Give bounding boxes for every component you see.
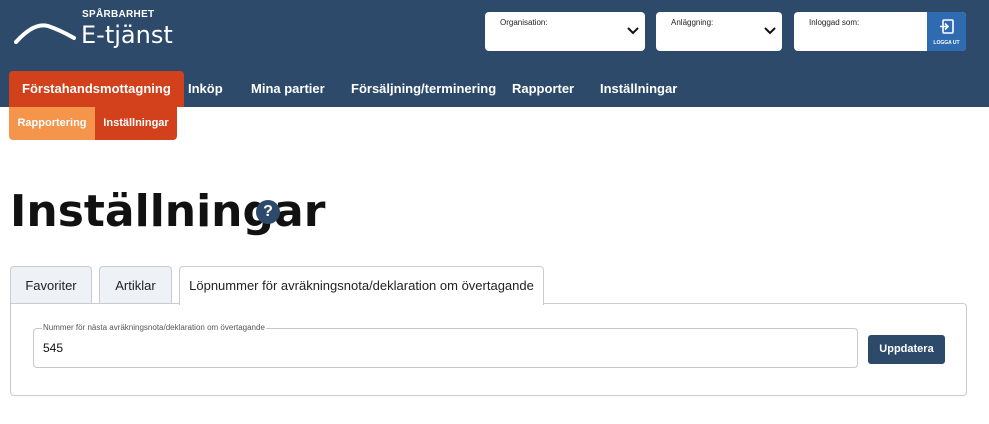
tab-lopnummer[interactable]: Löpnummer för avräkningsnota/deklaration… bbox=[179, 266, 544, 305]
brand-logo[interactable]: SPÅRBARHET E-tjänst bbox=[14, 6, 184, 56]
subnav-rapportering[interactable]: Rapportering bbox=[9, 107, 95, 140]
tab-artiklar[interactable]: Artiklar bbox=[99, 266, 172, 304]
chevron-down-icon bbox=[764, 27, 776, 35]
nav-installningar[interactable]: Inställningar bbox=[600, 71, 677, 107]
logout-label: LOGGA UT bbox=[933, 40, 960, 46]
anlaggning-select[interactable]: Anläggning: bbox=[656, 12, 782, 51]
nav-rapporter[interactable]: Rapporter bbox=[512, 71, 574, 107]
chevron-down-icon bbox=[627, 27, 639, 35]
logout-button[interactable]: LOGGA UT bbox=[927, 12, 966, 51]
next-number-value: 545 bbox=[43, 341, 64, 355]
nav-mina-partier[interactable]: Mina partier bbox=[251, 71, 325, 107]
nav-forsaljning[interactable]: Försäljning/terminering bbox=[351, 71, 496, 107]
next-number-field[interactable]: Nummer för nästa avräkningsnota/deklarat… bbox=[33, 323, 858, 368]
logged-in-box: Inloggad som: LOGGA UT bbox=[794, 12, 966, 51]
organisation-select[interactable]: Organisation: bbox=[485, 12, 645, 51]
help-icon[interactable]: ? bbox=[256, 200, 280, 224]
subnav-installningar[interactable]: Inställningar bbox=[95, 107, 177, 140]
tab-panel: Nummer för nästa avräkningsnota/deklarat… bbox=[10, 303, 967, 396]
brand-small-text: SPÅRBARHET bbox=[82, 9, 155, 20]
tab-favoriter[interactable]: Favoriter bbox=[10, 266, 92, 304]
brand-name: E-tjänst bbox=[81, 21, 173, 49]
organisation-label: Organisation: bbox=[500, 18, 548, 27]
nav-forstahandsmottagning[interactable]: Förstahandsmottagning bbox=[9, 71, 184, 107]
next-number-label: Nummer för nästa avräkningsnota/deklarat… bbox=[42, 323, 266, 332]
update-button[interactable]: Uppdatera bbox=[868, 335, 945, 364]
anlaggning-label: Anläggning: bbox=[671, 18, 714, 27]
logout-icon bbox=[940, 19, 954, 34]
sub-nav: Rapportering Inställningar bbox=[9, 107, 177, 140]
nav-inkop[interactable]: Inköp bbox=[188, 71, 223, 107]
logo-arc-icon bbox=[14, 23, 76, 44]
top-header: SPÅRBARHET E-tjänst Organisation: Anlägg… bbox=[0, 0, 989, 107]
logged-in-label: Inloggad som: bbox=[809, 18, 860, 27]
